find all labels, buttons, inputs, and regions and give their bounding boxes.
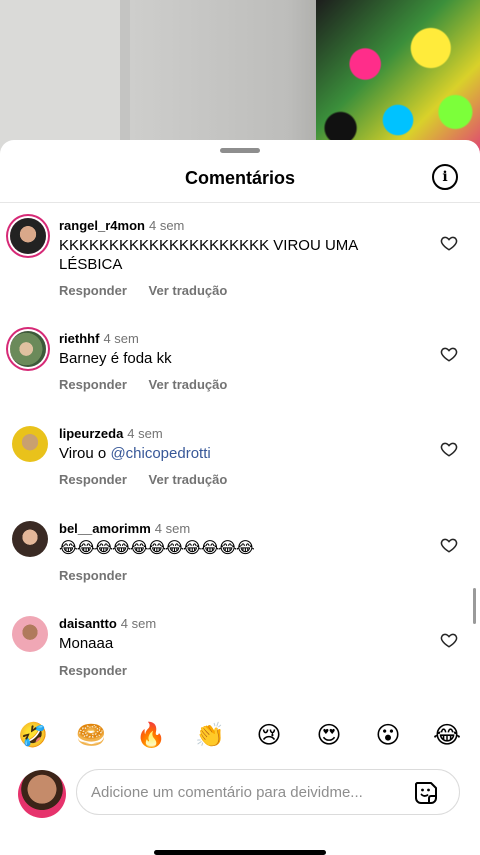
comment-username[interactable]: rangel_r4mon — [59, 218, 145, 233]
comment-text-prefix: Virou o — [59, 445, 111, 462]
sheet-drag-handle[interactable] — [220, 148, 260, 153]
comment-time: 4 sem — [154, 521, 191, 536]
comment-text: Virou o @chicopedrotti — [59, 444, 419, 463]
video-door-frame — [120, 0, 130, 160]
comment-time: 4 sem — [120, 616, 157, 631]
avatar[interactable] — [10, 331, 46, 367]
emoji-wow-button[interactable]: 😮 — [372, 720, 404, 752]
heart-icon[interactable] — [440, 234, 458, 252]
comment-text: 😂😂😂😂😂😂😂😂😂😂😂 — [59, 540, 255, 557]
heart-icon[interactable] — [440, 536, 458, 554]
comment-username[interactable]: bel__amorimm — [59, 521, 151, 536]
emoji-cry-button[interactable]: 😢 — [253, 720, 285, 752]
comment-input[interactable] — [91, 770, 391, 814]
emoji-fire-button[interactable]: 🔥 — [135, 720, 167, 752]
emoji-joy-button[interactable]: 😂 — [431, 720, 463, 752]
sticker-icon[interactable] — [413, 780, 439, 806]
comment-time: 4 sem — [148, 218, 185, 233]
comment-text: Barney é foda kk — [59, 350, 172, 367]
comment-username[interactable]: daisantto — [59, 616, 117, 631]
emoji-rofl-button[interactable]: 🤣 — [17, 720, 49, 752]
video-background — [0, 0, 480, 160]
translate-button[interactable]: Ver tradução — [149, 472, 228, 487]
avatar[interactable] — [10, 218, 46, 254]
sheet-title: Comentários — [184, 168, 296, 188]
composer-avatar — [18, 770, 66, 818]
scrollbar[interactable] — [473, 588, 476, 624]
comment-username[interactable]: lipeurzeda — [59, 426, 123, 441]
video-graffiti-art — [316, 0, 480, 160]
heart-icon[interactable] — [440, 345, 458, 363]
comment-text: Monaaa — [59, 635, 114, 652]
translate-button[interactable]: Ver tradução — [149, 377, 228, 392]
translate-button[interactable]: Ver tradução — [149, 283, 228, 298]
emoji-quick-bar: 🤣 🥯 🔥 👏 😢 😍 😮 😂 — [0, 720, 480, 752]
heart-icon[interactable] — [440, 440, 458, 458]
avatar[interactable] — [12, 616, 48, 652]
header-divider — [0, 202, 480, 203]
avatar[interactable] — [12, 426, 48, 462]
comment-time: 4 sem — [127, 426, 163, 441]
mention-link[interactable]: @chicopedrotti — [110, 445, 210, 462]
reply-button[interactable]: Responder — [59, 283, 127, 298]
emoji-clap-button[interactable]: 👏 — [194, 720, 226, 752]
comment-time: 4 sem — [103, 331, 139, 346]
home-indicator[interactable] — [154, 850, 326, 855]
reply-button[interactable]: Responder — [59, 472, 127, 487]
heart-icon[interactable] — [440, 631, 458, 649]
video-wall — [0, 0, 120, 160]
comment-composer — [76, 769, 460, 815]
emoji-bagel-button[interactable]: 🥯 — [75, 720, 107, 752]
comment-username[interactable]: riethhf — [59, 331, 99, 346]
avatar[interactable] — [12, 521, 48, 557]
emoji-heart-eyes-button[interactable]: 😍 — [313, 720, 345, 752]
comment-text: KKKKKKKKKKKKKKKKKKKKK VIROU UMA LÉSBICA — [59, 237, 358, 273]
info-icon[interactable]: i — [432, 164, 458, 190]
reply-button[interactable]: Responder — [59, 377, 127, 392]
reply-button[interactable]: Responder — [59, 568, 127, 583]
reply-button[interactable]: Responder — [59, 663, 127, 678]
